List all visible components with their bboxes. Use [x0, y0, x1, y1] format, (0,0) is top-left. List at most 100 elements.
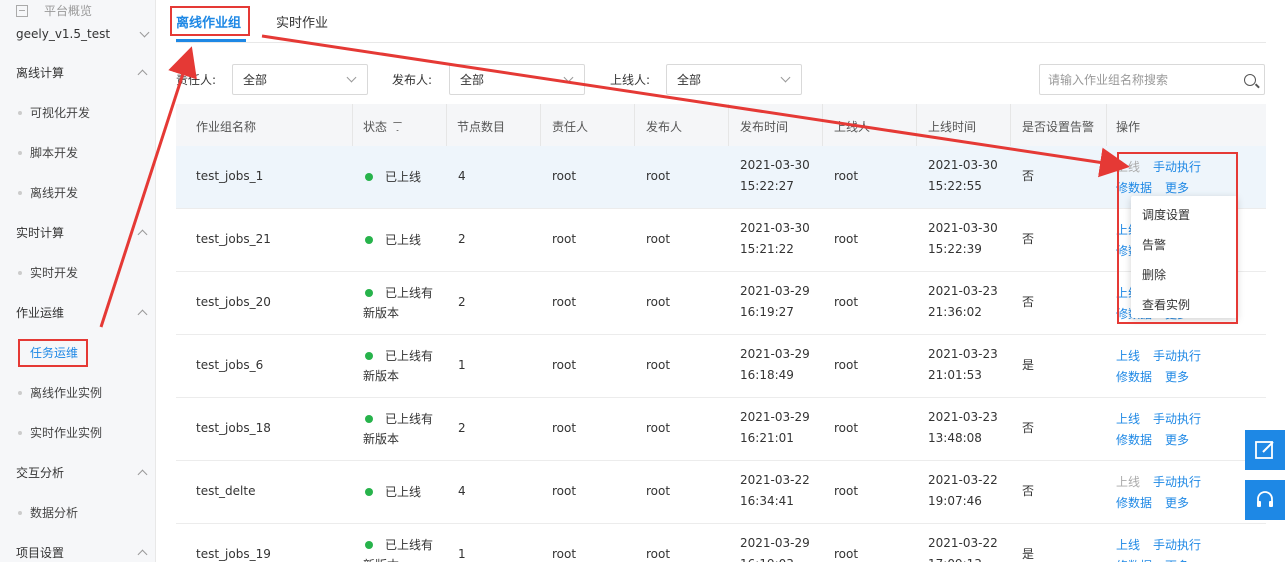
more-action-link[interactable]: 更多	[1165, 557, 1189, 562]
cell-status: 已上线	[385, 485, 422, 499]
more-action-link[interactable]: 更多	[1165, 368, 1189, 385]
sidebar-item-script-dev[interactable]: 脚本开发	[18, 144, 78, 161]
chevron-up-icon	[137, 229, 148, 240]
table-row[interactable]: test_jobs_1 已上线 4 root root 2021-03-30 15:22:2…	[176, 146, 1266, 209]
status-online-icon	[365, 352, 373, 360]
cell-name[interactable]: test_jobs_18	[196, 418, 271, 438]
cell-name[interactable]: test_jobs_1	[196, 166, 263, 186]
tab-realtime-jobs[interactable]: 实时作业	[276, 12, 328, 31]
sidebar-item-realtime-instances[interactable]: 实时作业实例	[18, 424, 102, 441]
sidebar-item-offline-dev[interactable]: 离线开发	[18, 184, 78, 201]
publisher-filter-label: 发布人:	[392, 73, 433, 87]
publisher-select[interactable]: 全部	[449, 64, 585, 95]
col-header-alarm: 是否设置告警	[1022, 120, 1095, 134]
project-selector[interactable]: geely_v1.5_test	[16, 27, 150, 41]
edit-data-action-link[interactable]: 修数据	[1116, 494, 1152, 511]
table-row[interactable]: test_jobs_19 已上线有新版本 1 root root 2021-03-29 16…	[176, 524, 1266, 562]
cell-pub-date: 2021-03-29	[740, 284, 810, 298]
chevron-up-icon	[137, 469, 148, 480]
cell-status: 已上线有	[385, 286, 434, 300]
filter-icon[interactable]	[393, 122, 403, 131]
more-action-link[interactable]: 更多	[1165, 494, 1189, 511]
cell-onliner: root	[834, 358, 859, 372]
col-header-label: 状态	[363, 120, 388, 134]
status-online-icon	[365, 289, 373, 297]
bullet-icon	[18, 270, 22, 275]
sidebar-section-offline[interactable]: 离线计算	[16, 64, 148, 81]
column-divider	[446, 104, 447, 146]
bullet-icon	[18, 430, 22, 435]
sidebar-section-interactive[interactable]: 交互分析	[16, 464, 148, 481]
cell-name[interactable]: test_delte	[196, 481, 255, 501]
support-button[interactable]	[1245, 480, 1285, 520]
cell-name[interactable]: test_jobs_20	[196, 292, 271, 312]
execute-action-link[interactable]: 手动执行	[1153, 473, 1201, 490]
edit-data-action-link[interactable]: 修数据	[1116, 368, 1152, 385]
cell-on-time: 21:36:02	[928, 305, 982, 319]
sidebar-section-realtime[interactable]: 实时计算	[16, 224, 148, 241]
cell-publisher: root	[646, 358, 671, 372]
sidebar-item-data-analysis[interactable]: 数据分析	[18, 504, 78, 521]
column-divider	[822, 104, 823, 146]
overview-label: 平台概览	[44, 4, 93, 18]
cell-publisher: root	[646, 421, 671, 435]
sidebar-section-settings[interactable]: 项目设置	[16, 544, 148, 561]
online-action-link[interactable]: 上线	[1116, 473, 1140, 490]
cell-nodes: 4	[458, 484, 466, 498]
column-divider	[916, 104, 917, 146]
annotation-box-task-ops	[18, 339, 88, 367]
edit-data-action-link[interactable]: 修数据	[1116, 431, 1152, 448]
column-divider	[540, 104, 541, 146]
sidebar-section-ops[interactable]: 作业运维	[16, 304, 148, 321]
table-row[interactable]: test_jobs_21 已上线 2 root root 2021-03-30 15:21:…	[176, 209, 1266, 272]
execute-action-link[interactable]: 手动执行	[1153, 536, 1201, 553]
annotation-box-actions	[1117, 152, 1238, 324]
online-action-link[interactable]: 上线	[1116, 536, 1140, 553]
sidebar-overview[interactable]: 平台概览	[16, 2, 92, 19]
chevron-up-icon	[137, 549, 148, 560]
cell-status-sub: 新版本	[363, 369, 400, 383]
col-header-on-time: 上线时间	[928, 120, 977, 134]
cell-name[interactable]: test_jobs_21	[196, 229, 271, 249]
cell-alarm: 是	[1022, 358, 1035, 372]
more-action-link[interactable]: 更多	[1165, 431, 1189, 448]
annotation-box-tab	[170, 6, 250, 36]
search-icon[interactable]	[1244, 73, 1256, 86]
cell-nodes: 1	[458, 547, 466, 561]
cell-name[interactable]: test_jobs_6	[196, 355, 263, 375]
search-placeholder: 请输入作业组名称搜索	[1048, 73, 1169, 87]
sidebar-item-realtime-dev[interactable]: 实时开发	[18, 264, 78, 281]
cell-name[interactable]: test_jobs_19	[196, 544, 271, 562]
table-row[interactable]: test_delte 已上线 4 root root 2021-03-22 16:34:41…	[176, 461, 1266, 524]
chevron-up-icon	[137, 309, 148, 320]
execute-action-link[interactable]: 手动执行	[1153, 347, 1201, 364]
edit-data-action-link[interactable]: 修数据	[1116, 557, 1152, 562]
sidebar-item-offline-instances[interactable]: 离线作业实例	[18, 384, 102, 401]
col-header-status[interactable]: 状态	[363, 118, 403, 135]
search-input[interactable]: 请输入作业组名称搜索	[1039, 64, 1265, 95]
execute-action-link[interactable]: 手动执行	[1153, 410, 1201, 427]
cell-onliner: root	[834, 169, 859, 183]
table-row[interactable]: test_jobs_18 已上线有 新版本 2 root root 2021-03-29 16…	[176, 398, 1266, 461]
cell-nodes: 2	[458, 295, 466, 309]
chevron-down-icon	[139, 27, 150, 37]
online-action-link[interactable]: 上线	[1116, 410, 1140, 427]
owner-select[interactable]: 全部	[232, 64, 368, 95]
cell-onliner: root	[834, 295, 859, 309]
col-header-actions: 操作	[1116, 120, 1141, 134]
onliner-select[interactable]: 全部	[666, 64, 802, 95]
table-row[interactable]: test_jobs_6 已上线有 新版本 1 root root 2021-03-29 16:…	[176, 335, 1266, 398]
edit-icon	[1255, 441, 1274, 459]
cell-onliner: root	[834, 484, 859, 498]
cell-pub-date: 2021-03-29	[740, 347, 810, 361]
table-row[interactable]: test_jobs_20 已上线有 新版本 2 root root 2021-03-29 16…	[176, 272, 1266, 335]
cell-pub-date: 2021-03-29	[740, 410, 810, 424]
status-online-icon	[365, 541, 373, 549]
overview-icon	[16, 4, 28, 17]
cell-status: 已上线有	[385, 412, 434, 426]
feedback-button[interactable]	[1245, 430, 1285, 470]
sidebar-item-visual-dev[interactable]: 可视化开发	[18, 104, 90, 121]
online-action-link[interactable]: 上线	[1116, 347, 1140, 364]
sidebar-item-label: 实时作业实例	[30, 426, 103, 440]
cell-owner: root	[552, 232, 577, 246]
